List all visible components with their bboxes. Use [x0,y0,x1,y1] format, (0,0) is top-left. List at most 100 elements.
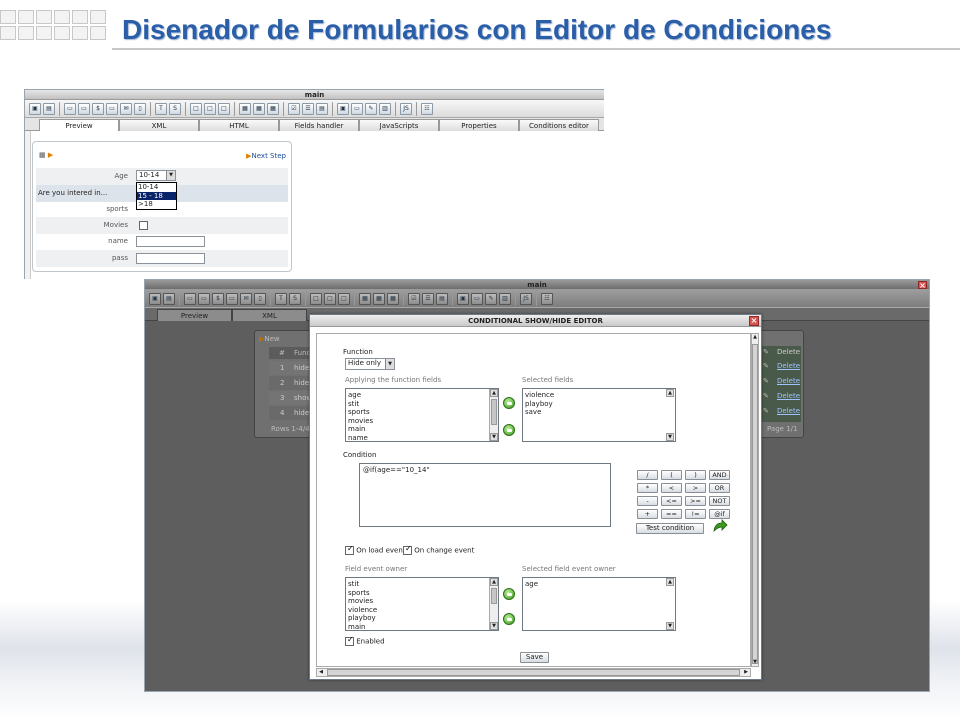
pass-input[interactable] [136,253,205,264]
next-step-link[interactable]: ▶Next Step [246,152,286,160]
edit-icon[interactable]: ✎ [763,392,769,400]
table-row[interactable]: 2 hideO [269,376,315,390]
tab-preview[interactable]: Preview [157,309,232,321]
toolbar-tool-icon[interactable]: ▭ [226,292,238,305]
edit-icon[interactable]: ✎ [763,362,769,370]
close-icon[interactable]: × [918,281,927,290]
remove-owner-button[interactable] [503,613,515,625]
list-item[interactable]: violence [348,606,498,615]
toolbar-tool-icon[interactable]: ✉ [240,292,252,305]
list-item[interactable]: violence [525,391,675,400]
toolbar-tool-icon[interactable]: ▣ [457,292,469,305]
list-item[interactable]: playboy [525,400,675,409]
toolbar-tool-icon[interactable]: ▦ [239,102,251,115]
toolbar-tool-icon[interactable]: ☰ [422,292,434,305]
list-item[interactable]: playboy [348,614,498,623]
edit-icon[interactable]: ✎ [763,377,769,385]
toolbar-tool-icon[interactable]: □ [324,292,336,305]
toolbar-tool-icon[interactable]: ▦ [359,292,371,305]
operator-button[interactable]: NOT [709,496,730,506]
toolbar-tool-icon[interactable]: ✎ [485,292,497,305]
toolbar-tool-icon[interactable]: □ [338,292,350,305]
toolbar-tool-icon[interactable]: ▭ [106,102,118,115]
toolbar-tool-icon[interactable]: □ [218,102,230,115]
tab-xml[interactable]: XML [119,119,199,131]
enabled-checkbox[interactable] [345,635,354,646]
operator-button[interactable]: * [637,483,658,493]
on-change-checkbox-group[interactable]: On change event [403,544,474,555]
function-select[interactable]: Hide only ▼ [345,358,395,370]
toolbar-tool-icon[interactable]: ▦ [267,102,279,115]
list-item[interactable]: movies [348,417,498,426]
toolbar-tool-icon[interactable]: S [169,102,181,115]
delete-link[interactable]: Delete [777,392,800,400]
toolbar-tool-icon[interactable]: ▦ [373,292,385,305]
toolbar-tool-icon[interactable]: ▭ [471,292,483,305]
table-row[interactable]: 1 hideO [269,361,315,375]
operator-button[interactable]: <= [661,496,682,506]
delete-link[interactable]: Delete [777,377,800,385]
list-item[interactable]: movies [348,597,498,606]
toolbar-tool-icon[interactable]: JS [400,102,412,115]
operator-button[interactable]: / [637,470,658,480]
toolbar-tool-icon[interactable]: ▯ [134,102,146,115]
operator-button[interactable]: OR [709,483,730,493]
table-row[interactable]: 4 hide [269,406,309,420]
toolbar-tool-icon[interactable]: ▭ [351,102,363,115]
add-owner-button[interactable] [503,588,515,600]
table-row[interactable]: 3 show [269,391,312,405]
list-item[interactable]: age [525,580,675,589]
new-button[interactable]: ▶New [259,335,280,343]
toolbar-tool-icon[interactable]: ▣ [149,292,161,305]
delete-link[interactable]: Delete [777,362,800,370]
operator-button[interactable]: @if [709,509,730,519]
toolbar-tool-icon[interactable]: ▥ [499,292,511,305]
toolbar-tool-icon[interactable]: ☑ [408,292,420,305]
selected-owner-list[interactable]: age ▲ ▼ [522,577,676,631]
toolbar-tool-icon[interactable]: ☑ [288,102,300,115]
list-item[interactable]: stit [348,580,498,589]
operator-button[interactable]: + [637,509,658,519]
toolbar-tool-icon[interactable]: $ [212,292,224,305]
list-item[interactable]: name [348,434,498,441]
condition-textarea[interactable]: @if(age=="10_14" [359,463,611,527]
toolbar-tool-icon[interactable]: ▤ [316,102,328,115]
toolbar-tool-icon[interactable]: ▦ [253,102,265,115]
tab-conditions-editor[interactable]: Conditions editor [519,119,599,131]
list-item[interactable]: stit [348,400,498,409]
list-item[interactable]: age [348,391,498,400]
remove-field-button[interactable] [503,424,515,436]
selected-fields-list[interactable]: violence playboy save ▲ ▼ [522,388,676,442]
toolbar-tool-icon[interactable]: ▭ [198,292,210,305]
toolbar-tool-icon[interactable]: ▭ [184,292,196,305]
operator-button[interactable]: AND [709,470,730,480]
tab-preview[interactable]: Preview [39,119,119,131]
toolbar-tool-icon[interactable]: ▣ [337,102,349,115]
edit-icon[interactable]: ✎ [763,407,769,415]
add-field-button[interactable] [503,397,515,409]
toolbar-tool-icon[interactable]: ▭ [64,102,76,115]
toolbar-tool-icon[interactable]: ▤ [163,292,175,305]
tab-fields-handler[interactable]: Fields handler [279,119,359,131]
toolbar-tool-icon[interactable]: $ [92,102,104,115]
toolbar-tool-icon[interactable]: ▤ [436,292,448,305]
toolbar-tool-icon[interactable]: S [289,292,301,305]
operator-button[interactable]: ) [685,470,706,480]
tab-xml[interactable]: XML [232,309,307,321]
toolbar-tool-icon[interactable]: □ [204,102,216,115]
age-option[interactable]: 10-14 [137,183,176,192]
list-item[interactable]: main [348,425,498,434]
save-button[interactable]: Save [520,652,549,663]
list-item[interactable]: save [525,408,675,417]
tab-properties[interactable]: Properties [439,119,519,131]
dialog-scrollbar-vertical[interactable]: ▲ ▼ [751,333,759,667]
tab-html[interactable]: HTML [199,119,279,131]
toolbar-tool-icon[interactable]: T [275,292,287,305]
toolbar-tool-icon[interactable]: T [155,102,167,115]
toolbar-tool-icon[interactable]: ▦ [387,292,399,305]
dialog-scrollbar-horizontal[interactable]: ◀ ▶ [316,668,751,677]
toolbar-tool-icon[interactable]: ☷ [421,102,433,115]
toolbar-tool-icon[interactable]: ☷ [541,292,553,305]
toolbar-tool-icon[interactable]: ☰ [302,102,314,115]
enabled-checkbox-group[interactable]: Enabled [345,635,385,646]
